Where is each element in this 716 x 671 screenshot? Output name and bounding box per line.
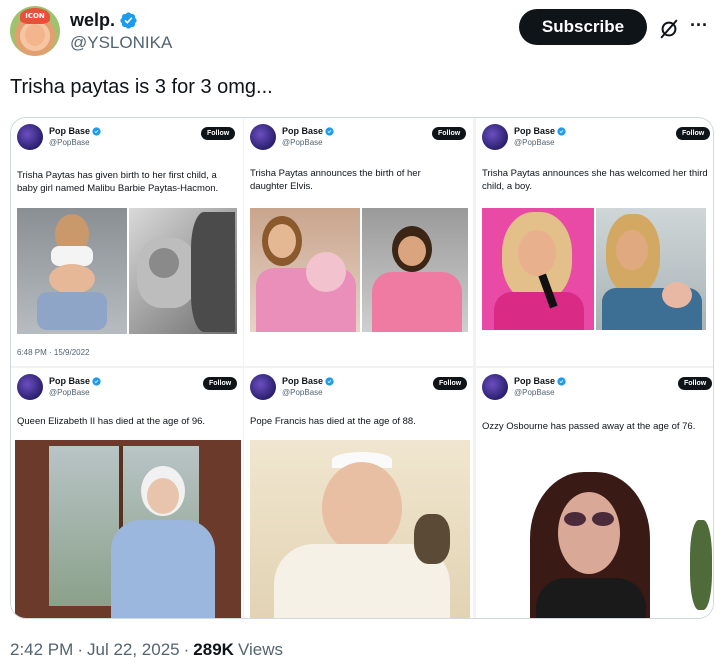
follow-button: Follow [433, 377, 468, 390]
popbase-post-text: Pope Francis has died at the age of 88. [250, 416, 416, 427]
follow-button: Follow [678, 377, 713, 390]
popbase-timestamp: 6:48 PM · 15/9/2022 [17, 348, 90, 357]
tweet-date[interactable]: Jul 22, 2025 [87, 640, 180, 660]
photo-mother-baby [250, 208, 360, 332]
popbase-handle: @PopBase [514, 138, 555, 147]
verified-badge-icon [557, 376, 566, 386]
verified-badge-icon [92, 126, 101, 136]
author-display-name[interactable]: welp. [70, 10, 115, 31]
photo-pope [250, 440, 470, 618]
popbase-post-text: Ozzy Osbourne has passed away at the age… [482, 421, 696, 432]
popbase-name: Pop Base [49, 376, 101, 386]
media-panel-6: Pop Base @PopBase Follow Ozzy Osbourne h… [476, 368, 713, 618]
popbase-account-name: Pop Base [514, 376, 556, 386]
tweet-time[interactable]: 2:42 PM [10, 640, 73, 660]
popbase-logo-icon [482, 374, 508, 400]
avatar-face [25, 24, 45, 46]
subscribe-button[interactable]: Subscribe [519, 9, 647, 45]
popbase-account-name: Pop Base [514, 126, 556, 136]
more-icon[interactable]: ··· [690, 16, 710, 38]
follow-button: Follow [676, 127, 711, 140]
follow-button: Follow [432, 127, 467, 140]
popbase-name: Pop Base [49, 126, 101, 136]
popbase-handle: @PopBase [282, 388, 323, 397]
photo-mother-hospital [362, 208, 468, 332]
popbase-logo-icon [482, 124, 508, 150]
tweet-header: ICON welp. @YSLONIKA Subscribe ··· [10, 6, 710, 62]
popbase-account-name: Pop Base [49, 376, 91, 386]
verified-badge-icon [120, 12, 137, 29]
photo-newborn-boy [596, 208, 706, 330]
popbase-logo-icon [17, 374, 43, 400]
popbase-handle: @PopBase [514, 388, 555, 397]
meta-separator: · [183, 640, 190, 659]
verified-badge-icon [92, 376, 101, 386]
views-label: Views [237, 640, 283, 659]
popbase-header: Pop Base @PopBase Follow [482, 124, 713, 156]
popbase-logo-icon [17, 124, 43, 150]
popbase-post-text: Queen Elizabeth II has died at the age o… [17, 416, 206, 427]
tweet-text: Trisha paytas is 3 for 3 omg... [10, 76, 273, 98]
popbase-name: Pop Base [282, 376, 334, 386]
photo-baby-bw [129, 208, 237, 334]
author-name-row: welp. [70, 10, 138, 31]
popbase-account-name: Pop Base [49, 126, 91, 136]
media-panel-5: Pop Base @PopBase Follow Pope Francis ha… [244, 368, 473, 618]
tweet-meta: 2:42 PM · Jul 22, 2025 · 289K Views [10, 640, 283, 660]
popbase-name: Pop Base [282, 126, 334, 136]
popbase-header: Pop Base @PopBase Follow [250, 124, 473, 156]
photo-pregnant [17, 208, 127, 334]
media-panel-4: Pop Base @PopBase Follow Queen Elizabeth… [11, 368, 243, 618]
photo-queen [15, 440, 241, 618]
follow-button: Follow [201, 127, 236, 140]
popbase-logo-icon [250, 124, 276, 150]
popbase-post-text: Trisha Paytas has given birth to her fir… [17, 170, 219, 194]
popbase-header: Pop Base @PopBase Follow [17, 124, 243, 156]
media-panel-1: Pop Base @PopBase Follow Trisha Paytas h… [11, 118, 243, 366]
meta-separator: · [77, 640, 83, 659]
tweet-media[interactable]: Pop Base @PopBase Follow Trisha Paytas h… [10, 117, 714, 619]
verified-badge-icon [325, 126, 334, 136]
popbase-name: Pop Base [514, 376, 566, 386]
views-count: 289K [193, 640, 234, 659]
popbase-header: Pop Base @PopBase Follow [250, 374, 473, 406]
avatar[interactable]: ICON [10, 6, 60, 56]
popbase-name: Pop Base [514, 126, 566, 136]
photo-ozzy [476, 460, 713, 618]
popbase-post-text: Trisha Paytas announces she has welcomed… [482, 168, 708, 192]
avatar-hat-text: ICON [20, 8, 50, 24]
grok-icon[interactable] [658, 18, 680, 40]
popbase-handle: @PopBase [49, 388, 90, 397]
author-handle[interactable]: @YSLONIKA [70, 33, 172, 53]
verified-badge-icon [325, 376, 334, 386]
verified-badge-icon [557, 126, 566, 136]
popbase-account-name: Pop Base [282, 126, 324, 136]
popbase-handle: @PopBase [282, 138, 323, 147]
popbase-post-text: Trisha Paytas announces the birth of her… [250, 168, 421, 192]
popbase-header: Pop Base @PopBase Follow [17, 374, 243, 406]
media-panel-3: Pop Base @PopBase Follow Trisha Paytas a… [476, 118, 713, 366]
popbase-logo-icon [250, 374, 276, 400]
popbase-account-name: Pop Base [282, 376, 324, 386]
photo-interview [482, 208, 594, 330]
follow-button: Follow [203, 377, 238, 390]
popbase-handle: @PopBase [49, 138, 90, 147]
media-panel-2: Pop Base @PopBase Follow Trisha Paytas a… [244, 118, 473, 366]
popbase-header: Pop Base @PopBase Follow [482, 374, 713, 406]
